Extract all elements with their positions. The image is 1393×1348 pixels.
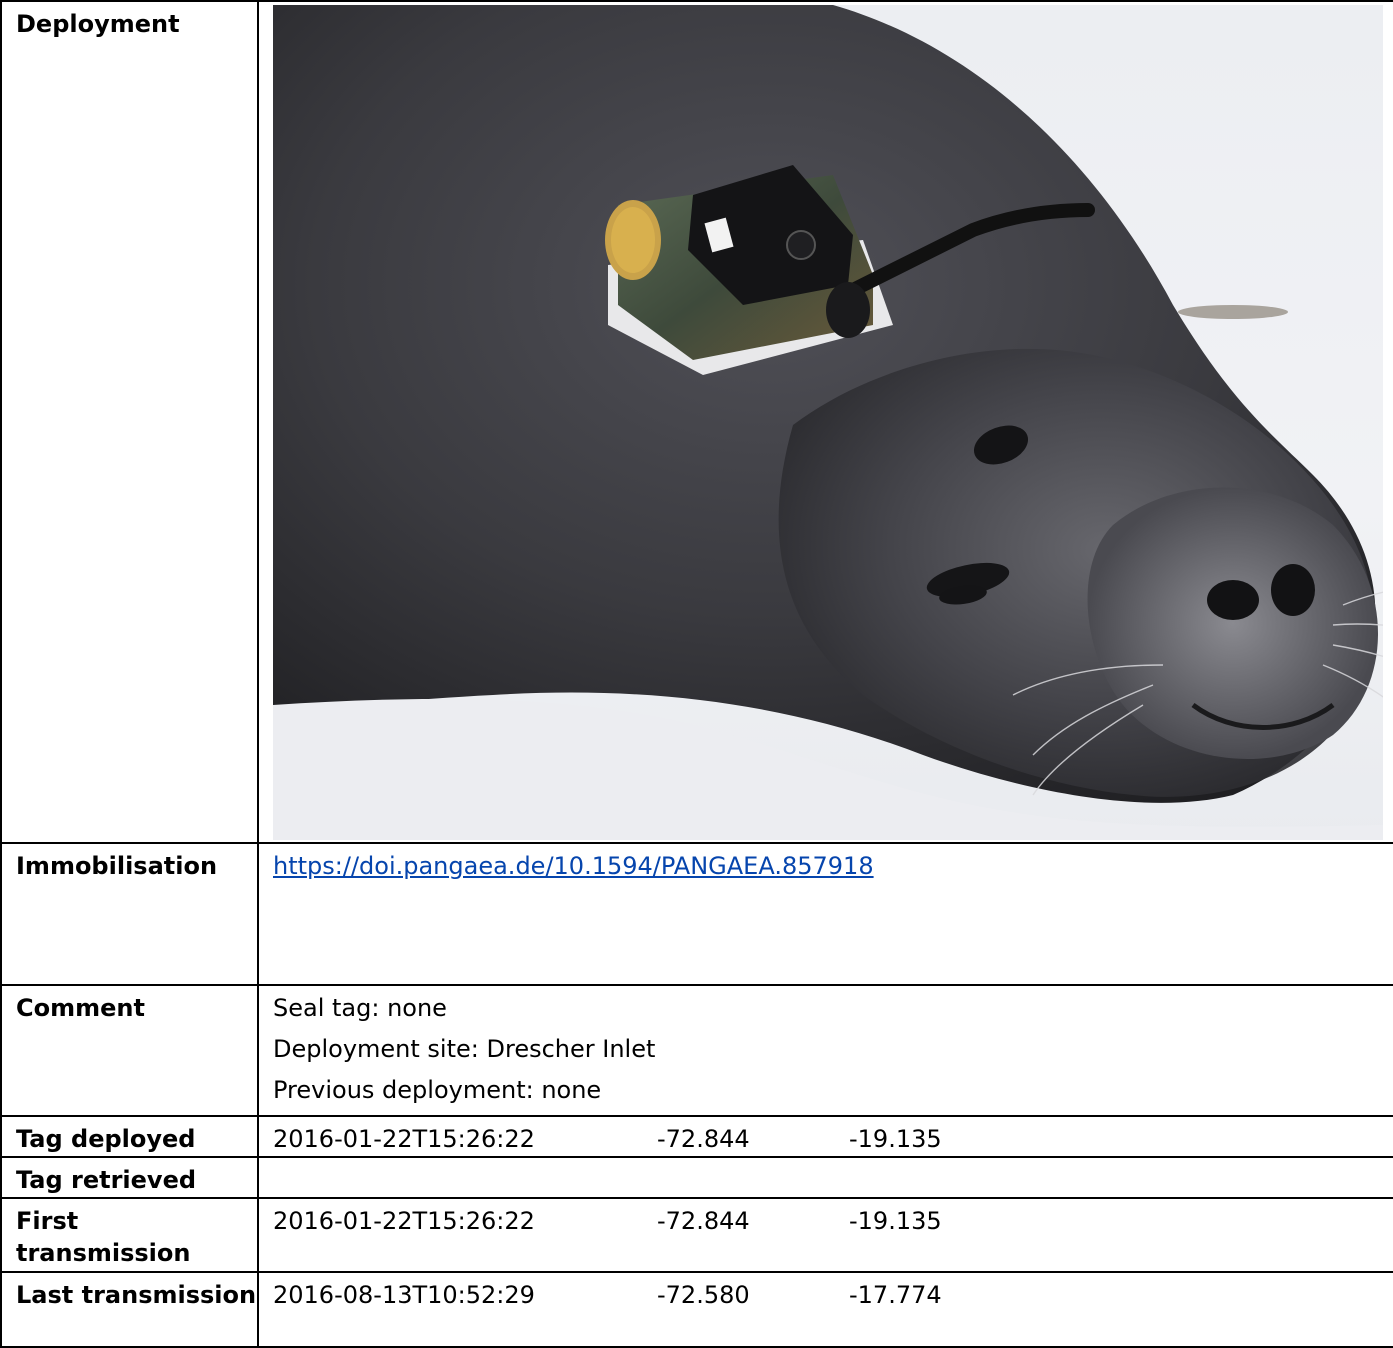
photo-cell — [257, 0, 1393, 844]
last-transmission-lon: -17.774 — [849, 1281, 942, 1309]
doi-link[interactable]: https://doi.pangaea.de/10.1594/PANGAEA.8… — [273, 852, 874, 880]
comment-deployment-site: Deployment site: Drescher Inlet — [273, 1035, 656, 1063]
label-deployment: Deployment — [0, 0, 259, 844]
label-immobilisation: Immobilisation — [0, 842, 259, 986]
row-immobilisation: Immobilisation https://doi.pangaea.de/10… — [0, 842, 1393, 986]
label-tag-deployed: Tag deployed — [0, 1115, 259, 1158]
deployment-metadata-table: Deployment Immobilisation https://doi.pa… — [0, 0, 1393, 1348]
comment-seal-tag: Seal tag: none — [273, 994, 447, 1022]
row-tag-deployed: Tag deployed 2016-01-22T15:26:22 -72.844 -… — [0, 1115, 1393, 1158]
row-first-transmission: First transmission 2016-01-22T15:26:22 -7… — [0, 1197, 1393, 1273]
label-comment: Comment — [0, 984, 259, 1117]
first-transmission-lat: -72.844 — [657, 1207, 750, 1235]
first-transmission-value: 2016-01-22T15:26:22 -72.844 -19.135 — [257, 1197, 1393, 1273]
label-first-transmission: First transmission — [0, 1197, 259, 1273]
seal-photo — [273, 5, 1383, 840]
comment-previous-deployment: Previous deployment: none — [273, 1076, 602, 1104]
row-comment: Comment Seal tag: none Deployment site: … — [0, 984, 1393, 1117]
row-tag-retrieved: Tag retrieved — [0, 1156, 1393, 1199]
row-deployment: Deployment — [0, 0, 1393, 844]
tag-retrieved-value — [257, 1156, 1393, 1199]
tag-deployed-lat: -72.844 — [657, 1125, 750, 1153]
first-transmission-lon: -19.135 — [849, 1207, 942, 1235]
seal-with-tag-image — [273, 5, 1383, 840]
immobilisation-value: https://doi.pangaea.de/10.1594/PANGAEA.8… — [257, 842, 1393, 986]
label-tag-retrieved: Tag retrieved — [0, 1156, 259, 1199]
last-transmission-value: 2016-08-13T10:52:29 -72.580 -17.774 — [257, 1271, 1393, 1348]
label-last-transmission: Last transmission — [0, 1271, 259, 1348]
tag-deployed-value: 2016-01-22T15:26:22 -72.844 -19.135 — [257, 1115, 1393, 1158]
row-last-transmission: Last transmission 2016-08-13T10:52:29 -72… — [0, 1271, 1393, 1348]
last-transmission-lat: -72.580 — [657, 1281, 750, 1309]
tag-deployed-time: 2016-01-22T15:26:22 — [273, 1125, 535, 1153]
first-transmission-time: 2016-01-22T15:26:22 — [273, 1207, 535, 1235]
last-transmission-time: 2016-08-13T10:52:29 — [273, 1281, 535, 1309]
comment-value: Seal tag: none Deployment site: Drescher… — [257, 984, 1393, 1117]
tag-deployed-lon: -19.135 — [849, 1125, 942, 1153]
